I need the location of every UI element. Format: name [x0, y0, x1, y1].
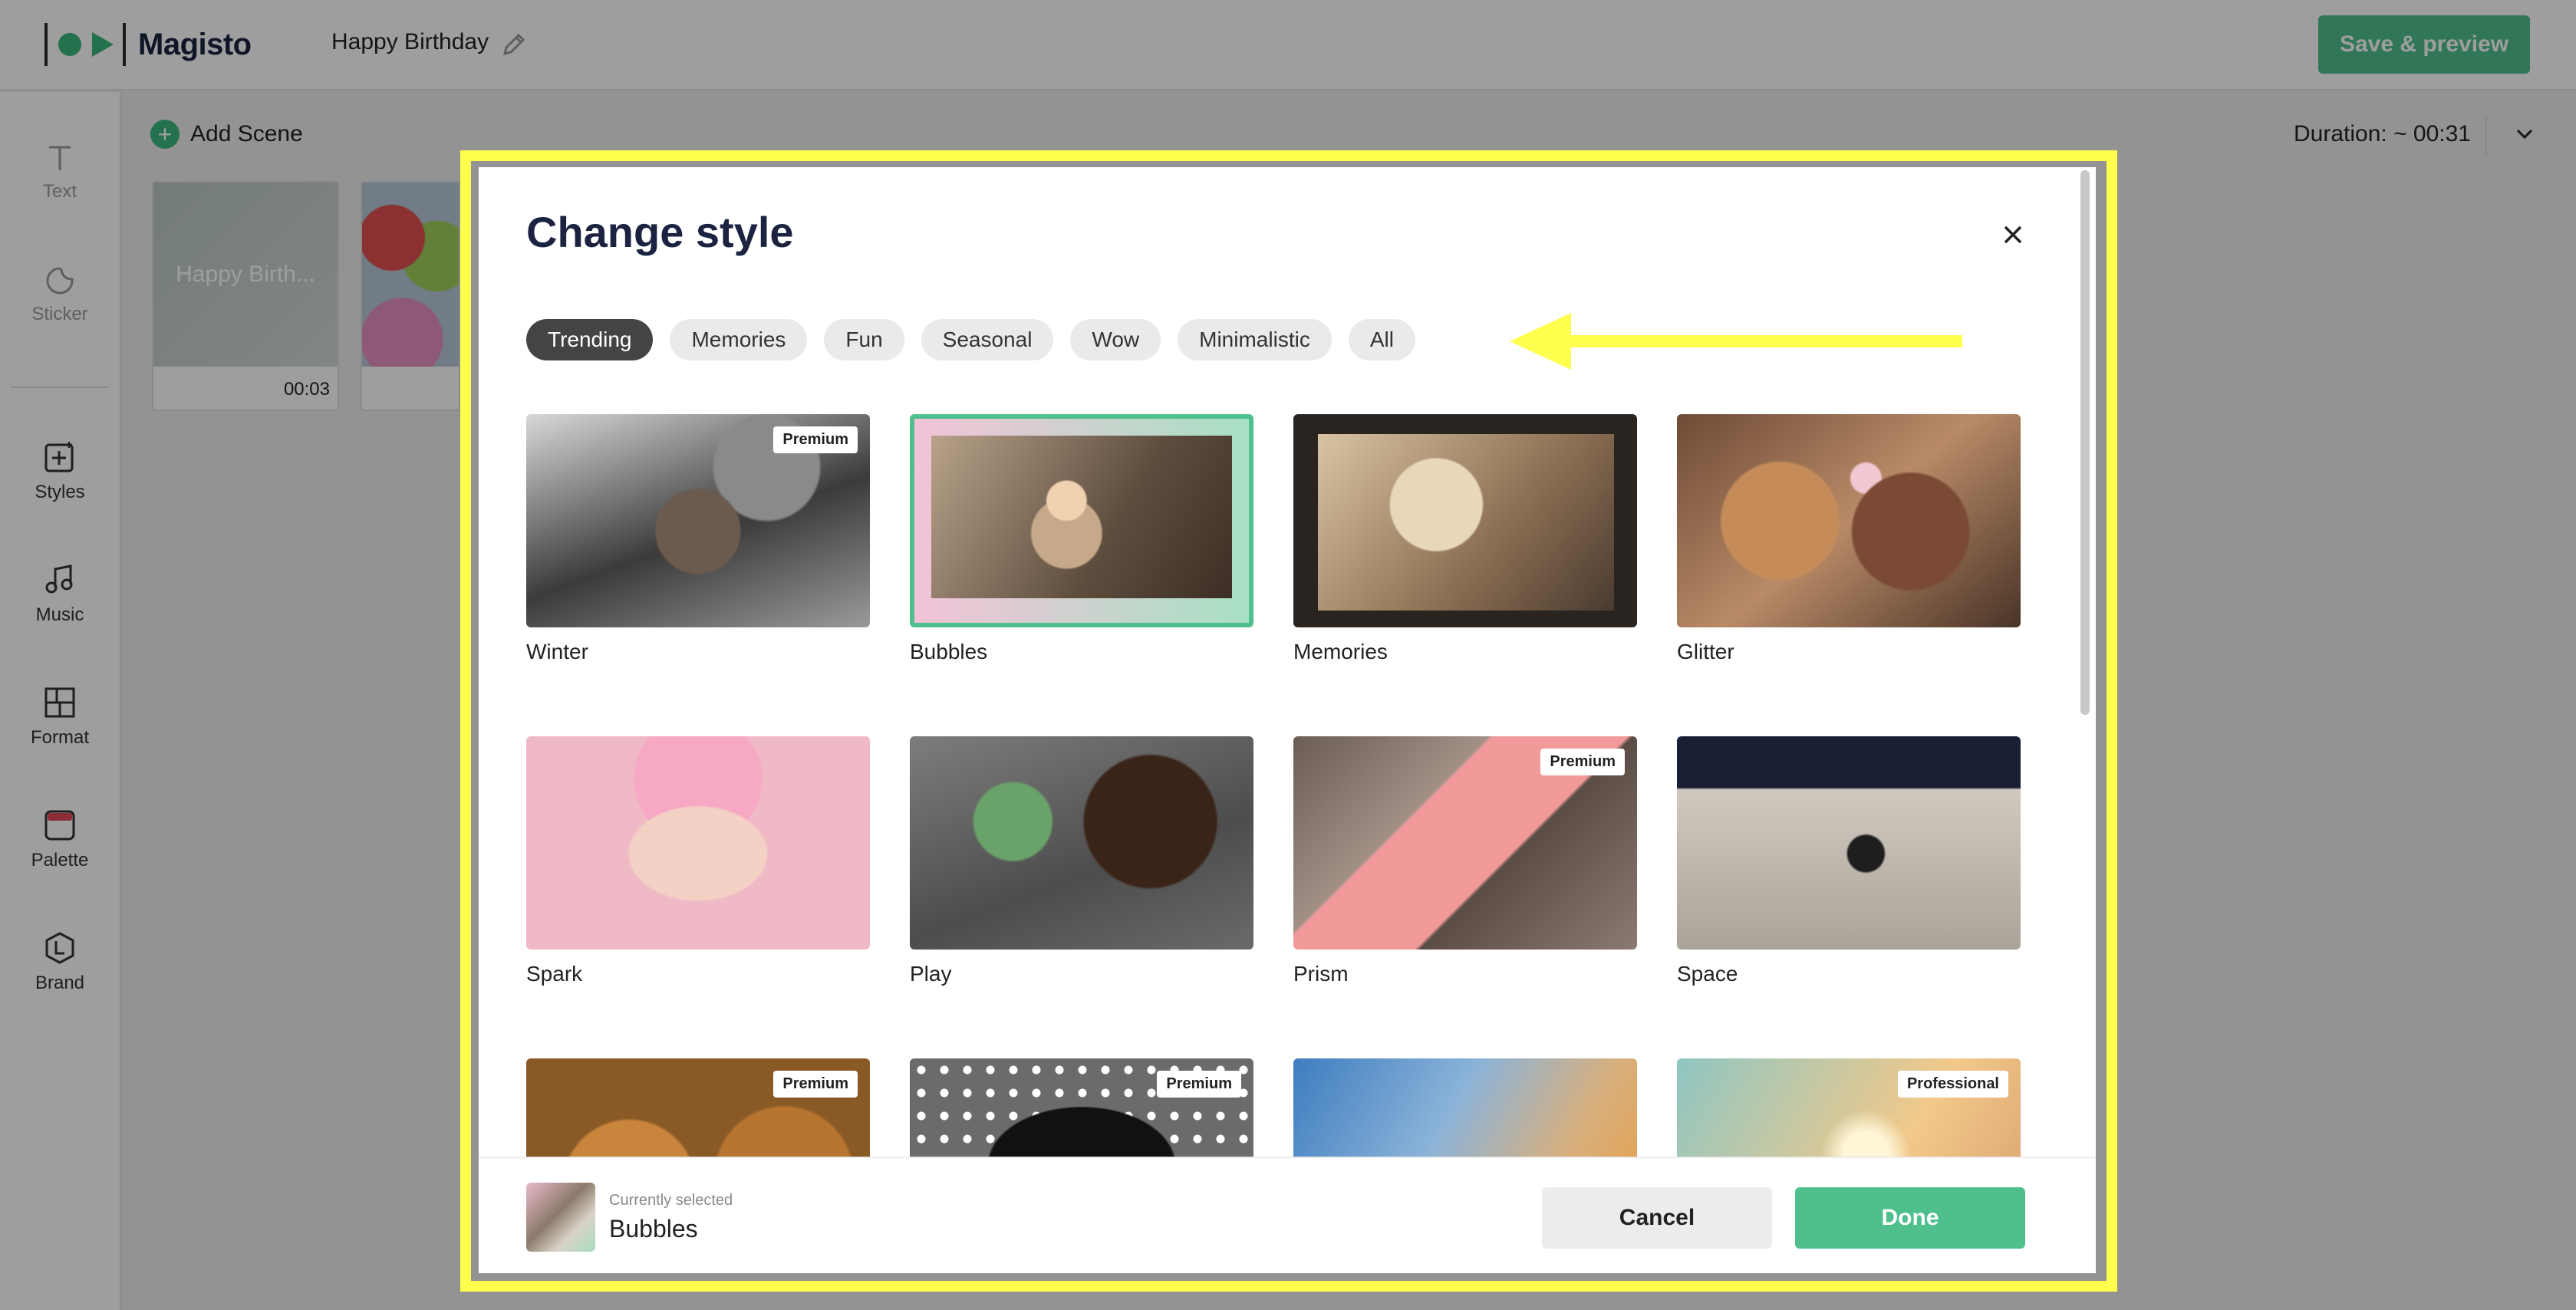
style-thumbnail: Premium — [1293, 736, 1637, 950]
tab-trending[interactable]: Trending — [526, 319, 654, 360]
change-style-dialog: Change style Trending Memories Fun Seaso… — [479, 167, 2096, 1273]
done-button[interactable]: Done — [1795, 1187, 2025, 1249]
style-name: Spark — [526, 962, 583, 986]
professional-badge: Professional — [1897, 1071, 2008, 1098]
tab-fun[interactable]: Fun — [824, 319, 904, 360]
style-thumbnail — [910, 414, 1253, 627]
premium-badge: Premium — [773, 426, 858, 453]
style-category-tabs: Trending Memories Fun Seasonal Wow Minim… — [526, 319, 1415, 360]
currently-selected-label: Currently selected — [609, 1192, 733, 1209]
style-card-play[interactable]: Play — [910, 736, 1253, 986]
style-card-prism[interactable]: Premium Prism — [1293, 736, 1637, 986]
bubbles-photo — [931, 436, 1232, 598]
arrow-annotation-icon — [1510, 313, 1962, 370]
style-card-bubbles[interactable]: Bubbles — [910, 414, 1253, 663]
style-name: Prism — [1293, 962, 1349, 986]
tab-wow[interactable]: Wow — [1070, 319, 1161, 360]
premium-badge: Premium — [1157, 1071, 1241, 1098]
dialog-title: Change style — [526, 208, 794, 256]
style-name: Winter — [526, 640, 588, 663]
style-name: Play — [910, 962, 952, 986]
style-card-spark[interactable]: Spark — [526, 736, 870, 986]
premium-badge: Premium — [773, 1071, 858, 1098]
style-card-space[interactable]: Space — [1677, 736, 2021, 986]
cancel-button[interactable]: Cancel — [1542, 1187, 1772, 1249]
style-card-glitter[interactable]: Glitter — [1677, 414, 2021, 663]
tab-memories[interactable]: Memories — [670, 319, 808, 360]
style-thumbnail — [1677, 414, 2021, 627]
style-name: Memories — [1293, 640, 1388, 663]
close-icon[interactable] — [1996, 218, 2030, 252]
style-thumbnail — [1677, 736, 2021, 950]
style-card-winter[interactable]: Premium Winter — [526, 414, 870, 663]
style-name: Space — [1677, 962, 1738, 986]
tab-seasonal[interactable]: Seasonal — [921, 319, 1054, 360]
style-thumbnail — [1293, 414, 1637, 627]
selected-style-thumbnail — [526, 1183, 595, 1252]
selected-style-name: Bubbles — [609, 1215, 698, 1243]
memories-photo — [1318, 434, 1614, 611]
dialog-scrollbar[interactable] — [2080, 170, 2090, 715]
style-thumbnail — [910, 736, 1253, 950]
style-name: Bubbles — [910, 640, 988, 663]
dialog-footer: Currently selected Bubbles Cancel Done — [479, 1157, 2096, 1273]
tab-all[interactable]: All — [1348, 319, 1415, 360]
style-thumbnail — [526, 736, 870, 950]
style-card-memories[interactable]: Memories — [1293, 414, 1637, 663]
tab-minimalistic[interactable]: Minimalistic — [1178, 319, 1332, 360]
style-name: Glitter — [1677, 640, 1734, 663]
style-thumbnail: Premium — [526, 414, 870, 627]
premium-badge: Premium — [1540, 749, 1625, 775]
